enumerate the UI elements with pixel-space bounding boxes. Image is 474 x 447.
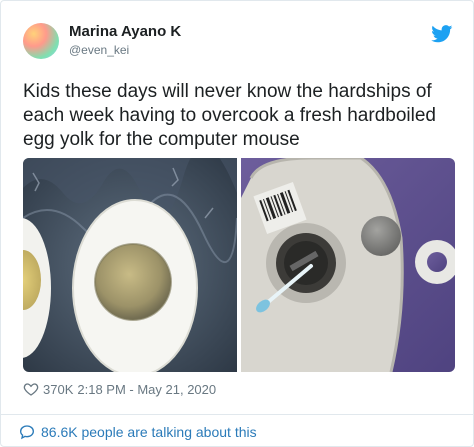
- tweet-text: Kids these days will never know the hard…: [23, 81, 436, 150]
- tweet-card: Marina Ayano K @even_kei Kids these days…: [0, 0, 474, 447]
- divider: [1, 414, 473, 415]
- mouse-photo[interactable]: [241, 158, 455, 372]
- timestamp[interactable]: 2:18 PM - May 21, 2020: [77, 382, 216, 397]
- user-handle[interactable]: @even_kei: [69, 43, 129, 57]
- speech-bubble-icon: [19, 425, 35, 440]
- egg-photo[interactable]: [23, 158, 237, 372]
- twitter-bird-icon[interactable]: [431, 25, 453, 43]
- conversation-link[interactable]: 86.6K people are talking about this: [19, 422, 257, 442]
- user-name[interactable]: Marina Ayano K: [69, 23, 181, 40]
- tweet-media[interactable]: [23, 158, 455, 372]
- conversation-text[interactable]: 86.6K people are talking about this: [41, 424, 257, 440]
- avatar[interactable]: [23, 23, 59, 59]
- heart-icon[interactable]: [23, 381, 39, 397]
- like-count[interactable]: 370K: [43, 382, 73, 397]
- tweet-meta: 370K 2:18 PM - May 21, 2020: [23, 380, 216, 398]
